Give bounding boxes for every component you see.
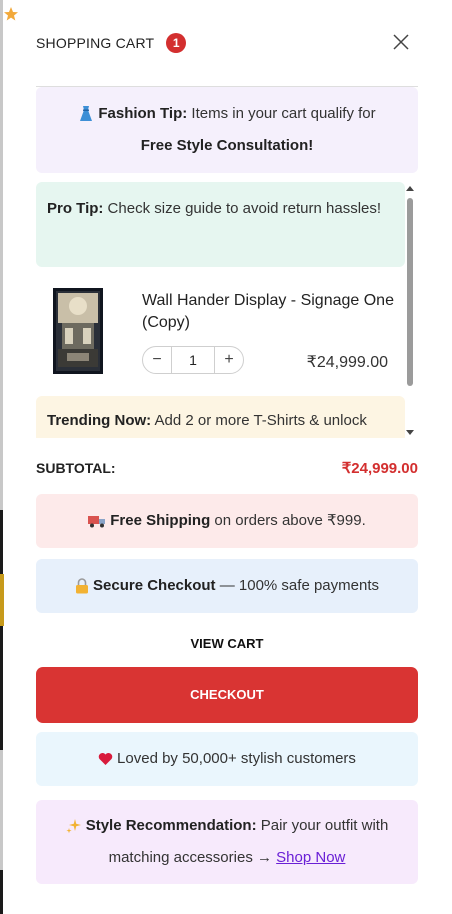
fashion-tip-banner: Fashion Tip: Items in your cart qualify … — [36, 87, 418, 173]
trending-banner: Trending Now: Add 2 or more T-Shirts & u… — [36, 396, 405, 438]
increase-qty-button[interactable]: + — [215, 347, 243, 373]
quantity-value[interactable]: 1 — [171, 347, 215, 373]
lock-icon — [76, 578, 89, 594]
fashion-tip-highlight: Free Style Consultation! — [140, 137, 314, 154]
cart-scroll-area[interactable]: Pro Tip: Check size guide to avoid retur… — [36, 182, 418, 438]
cart-item: Wall Hander Display - Signage One (Copy)… — [36, 284, 405, 374]
scroll-down-arrow-icon[interactable] — [406, 430, 414, 435]
dress-icon — [80, 106, 93, 122]
cart-scrollbar[interactable] — [406, 186, 416, 438]
view-cart-button[interactable]: VIEW CART — [36, 632, 418, 656]
decrease-qty-button[interactable]: − — [143, 347, 171, 373]
star-icon — [4, 7, 18, 21]
cart-count-badge: 1 — [166, 33, 187, 53]
page-edge-dark — [0, 510, 3, 750]
style-rec-label: Style Recommendation: — [85, 817, 257, 834]
trending-text: Add 2 or more T-Shirts & unlock — [151, 412, 367, 429]
subtotal-label: SUBTOTAL: — [36, 460, 116, 476]
heart-icon — [98, 753, 113, 766]
cart-title: SHOPPING CART — [36, 35, 155, 51]
social-proof-banner: Loved by 50,000+ stylish customers — [36, 732, 418, 786]
item-thumbnail[interactable] — [53, 288, 103, 374]
pro-tip-label: Pro Tip: — [47, 200, 104, 217]
scrollbar-thumb[interactable] — [407, 198, 413, 386]
shop-now-link[interactable]: Shop Now — [276, 849, 345, 866]
scroll-up-arrow-icon[interactable] — [406, 186, 414, 191]
cart-header: SHOPPING CART 1 — [36, 30, 418, 56]
item-name[interactable]: Wall Hander Display - Signage One (Copy) — [142, 290, 402, 334]
fashion-tip-line: Fashion Tip: Items in your cart qualify … — [36, 98, 418, 130]
free-shipping-label: Free Shipping — [110, 512, 211, 529]
page-edge-dark-bottom — [0, 870, 3, 914]
checkout-button[interactable]: CHECKOUT — [36, 667, 418, 723]
secure-checkout-text: — 100% safe payments — [215, 577, 379, 594]
subtotal-value: ₹24,999.00 — [341, 460, 418, 477]
truck-icon — [88, 516, 106, 528]
fashion-tip-text: Items in your cart qualify for — [187, 105, 376, 122]
item-price: ₹24,999.00 — [306, 354, 388, 371]
subtotal-row: SUBTOTAL: ₹24,999.00 — [36, 457, 418, 479]
close-icon[interactable] — [392, 33, 410, 51]
trending-label: Trending Now: — [47, 412, 152, 429]
sparkles-icon — [66, 819, 81, 834]
page-edge-accent — [0, 574, 4, 626]
social-proof-text: Loved by 50,000+ stylish customers — [117, 750, 356, 767]
style-recommendation-banner: Style Recommendation: Pair your outfit w… — [36, 800, 418, 884]
free-shipping-banner: Free Shipping on orders above ₹999. — [36, 494, 418, 548]
fashion-tip-label: Fashion Tip: — [98, 105, 188, 122]
page-edge — [0, 0, 3, 914]
quantity-stepper: − 1 + — [142, 346, 244, 374]
pro-tip-banner: Pro Tip: Check size guide to avoid retur… — [36, 182, 405, 267]
pro-tip-text: Check size guide to avoid return hassles… — [103, 200, 382, 217]
secure-checkout-label: Secure Checkout — [93, 577, 216, 594]
secure-checkout-banner: Secure Checkout — 100% safe payments — [36, 559, 418, 613]
free-shipping-text: on orders above ₹999. — [210, 512, 366, 529]
